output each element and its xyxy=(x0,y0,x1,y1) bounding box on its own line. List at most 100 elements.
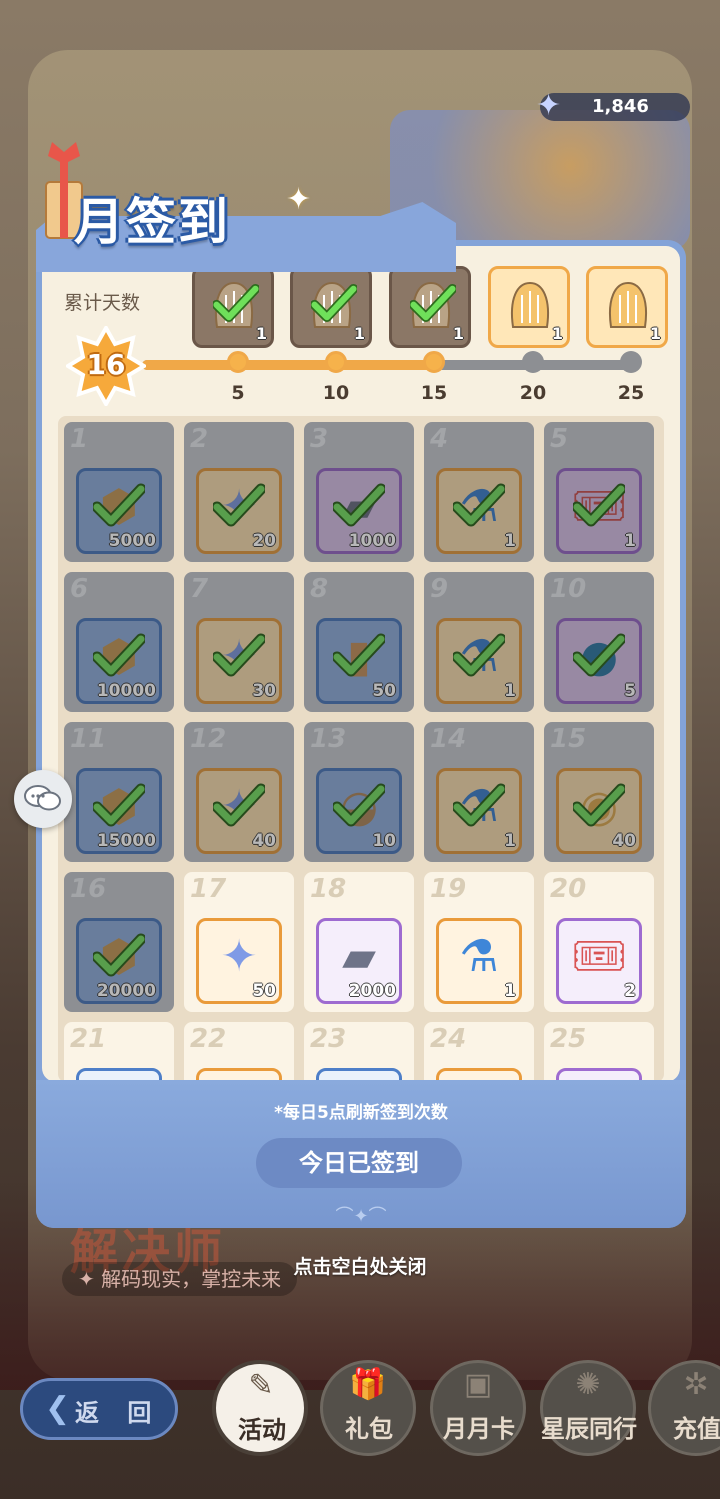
milestone-reward-25[interactable]: 1 xyxy=(586,266,668,348)
nav-icon: 🎁 xyxy=(349,1367,387,1402)
milestone-count: 1 xyxy=(255,324,267,343)
nav-icon: ✎ xyxy=(248,1368,274,1403)
reward-item: ⚗ 1 xyxy=(436,618,522,704)
day-reward-13[interactable]: 13 ◒ 10 xyxy=(304,722,414,862)
day-reward-19[interactable]: 19 ⚗ 1 xyxy=(424,872,534,1012)
day-number: 1 xyxy=(70,424,89,454)
reward-quantity: 15000 xyxy=(96,831,156,851)
day-reward-17[interactable]: 17 ✦ 50 xyxy=(184,872,294,1012)
day-number: 9 xyxy=(430,574,449,604)
milestone-count: 1 xyxy=(353,324,365,343)
day-reward-10[interactable]: 10 ● 5 xyxy=(544,572,654,712)
daily-rewards-grid: 1 ⬢ 5000 2 ✦ 20 3 ▰ 1000 4 ⚗ 1 5 🎟 1 6 ⬢ 10000 7 ✦ 30 8 ▮ 50 9 ⚗ 1… xyxy=(58,416,664,1082)
day-number: 8 xyxy=(310,574,329,604)
reward-quantity: 20000 xyxy=(96,981,156,1001)
cumulative-progress-fill xyxy=(142,360,439,370)
reward-item: ◉ 40 xyxy=(556,768,642,854)
day-reward-15[interactable]: 15 ◉ 40 xyxy=(544,722,654,862)
claimed-check-icon xyxy=(211,283,261,323)
day-reward-3[interactable]: 3 ▰ 1000 xyxy=(304,422,414,562)
potion-icon: ⚗ xyxy=(459,931,499,982)
signed-today-button[interactable]: 今日已签到 xyxy=(256,1138,462,1188)
reward-quantity: 2000 xyxy=(348,981,396,1001)
day-number: 17 xyxy=(190,874,227,904)
day-number: 5 xyxy=(550,424,569,454)
claimed-check-icon xyxy=(211,633,267,677)
nav-icon: ✺ xyxy=(575,1367,601,1402)
day-reward-2[interactable]: 2 ✦ 20 xyxy=(184,422,294,562)
reward-quantity: 10 xyxy=(372,831,396,851)
progress-node-20 xyxy=(522,351,544,373)
day-reward-20[interactable]: 20 🎟 2 xyxy=(544,872,654,1012)
chat-float-button[interactable] xyxy=(14,770,72,828)
day-reward-1[interactable]: 1 ⬢ 5000 xyxy=(64,422,174,562)
day-reward-25[interactable]: 25🎟 xyxy=(544,1022,654,1082)
ingot-icon: ▰ xyxy=(342,931,376,982)
day-reward-5[interactable]: 5 🎟 1 xyxy=(544,422,654,562)
day-number: 23 xyxy=(310,1024,347,1054)
day-number: 14 xyxy=(430,724,467,754)
cumulative-days-count: 16 xyxy=(86,348,126,381)
milestone-count: 1 xyxy=(551,324,563,343)
nav-item-4[interactable]: ✲ 充值 xyxy=(648,1360,720,1456)
claimed-check-icon xyxy=(331,783,387,827)
nav-item-1[interactable]: 🎁 礼包 xyxy=(320,1360,416,1456)
day-number: 6 xyxy=(70,574,89,604)
harp-icon xyxy=(609,281,647,328)
progress-node-label: 25 xyxy=(617,382,645,404)
claimed-check-icon xyxy=(211,483,267,527)
reward-quantity: 40 xyxy=(252,831,276,851)
day-reward-22[interactable]: 22✦ xyxy=(184,1022,294,1082)
back-button-label: 返 回 xyxy=(75,1399,162,1427)
claimed-check-icon xyxy=(451,483,507,527)
nav-item-0[interactable]: ✎ 活动 xyxy=(212,1360,308,1456)
reward-item: ✦ 30 xyxy=(196,618,282,704)
milestone-reward-10[interactable]: 1 xyxy=(290,266,372,348)
nav-item-2[interactable]: ▣ 月月卡 xyxy=(430,1360,526,1456)
day-reward-21[interactable]: 21⬢ xyxy=(64,1022,174,1082)
back-arrow-icon: ❮ xyxy=(45,1391,71,1426)
day-reward-6[interactable]: 6 ⬢ 10000 xyxy=(64,572,174,712)
reward-item: 🎟 1 xyxy=(556,468,642,554)
progress-node-label: 5 xyxy=(231,382,245,404)
day-reward-8[interactable]: 8 ▮ 50 xyxy=(304,572,414,712)
day-reward-14[interactable]: 14 ⚗ 1 xyxy=(424,722,534,862)
progress-node-label: 20 xyxy=(519,382,547,404)
day-reward-12[interactable]: 12 ✦ 40 xyxy=(184,722,294,862)
day-reward-7[interactable]: 7 ✦ 30 xyxy=(184,572,294,712)
milestone-reward-15[interactable]: 1 xyxy=(389,266,471,348)
currency-display: ✦ 1,846 xyxy=(536,89,690,123)
day-reward-16[interactable]: 16 ⬢ 20000 xyxy=(64,872,174,1012)
close-hint[interactable]: 点击空白处关闭 xyxy=(0,1252,720,1279)
day-number: 11 xyxy=(70,724,107,754)
day-reward-11[interactable]: 11 ⬢ 15000 xyxy=(64,722,174,862)
milestone-count: 1 xyxy=(452,324,464,343)
reward-item: ⬢ 15000 xyxy=(76,768,162,854)
reward-item: ✦ 50 xyxy=(196,918,282,1004)
claimed-check-icon xyxy=(331,483,387,527)
day-reward-18[interactable]: 18 ▰ 2000 xyxy=(304,872,414,1012)
day-number: 2 xyxy=(190,424,209,454)
day-reward-23[interactable]: 23▮ xyxy=(304,1022,414,1082)
reward-quantity: 40 xyxy=(612,831,636,851)
reward-quantity: 5 xyxy=(624,681,636,701)
nav-item-3[interactable]: ✺ 星辰同行 xyxy=(540,1360,637,1456)
progress-node-5 xyxy=(227,351,249,373)
reward-item: ⚗ 1 xyxy=(436,918,522,1004)
day-reward-9[interactable]: 9 ⚗ 1 xyxy=(424,572,534,712)
milestone-reward-20[interactable]: 1 xyxy=(488,266,570,348)
claimed-check-icon xyxy=(91,483,147,527)
day-reward-4[interactable]: 4 ⚗ 1 xyxy=(424,422,534,562)
day-reward-24[interactable]: 24⚗ xyxy=(424,1022,534,1082)
ticket-icon: 🎟 xyxy=(571,931,627,982)
day-number: 13 xyxy=(310,724,347,754)
reward-item: ▰ 1000 xyxy=(316,468,402,554)
nav-label: 活动 xyxy=(238,1416,286,1444)
milestone-reward-5[interactable]: 1 xyxy=(192,266,274,348)
reward-quantity: 1 xyxy=(504,981,516,1001)
claimed-check-icon xyxy=(571,783,627,827)
star-crystal-icon: ✦ xyxy=(536,88,562,123)
back-button[interactable]: ❮ 返 回 xyxy=(20,1378,178,1440)
nav-icon: ▣ xyxy=(463,1367,493,1402)
progress-node-label: 10 xyxy=(322,382,350,404)
